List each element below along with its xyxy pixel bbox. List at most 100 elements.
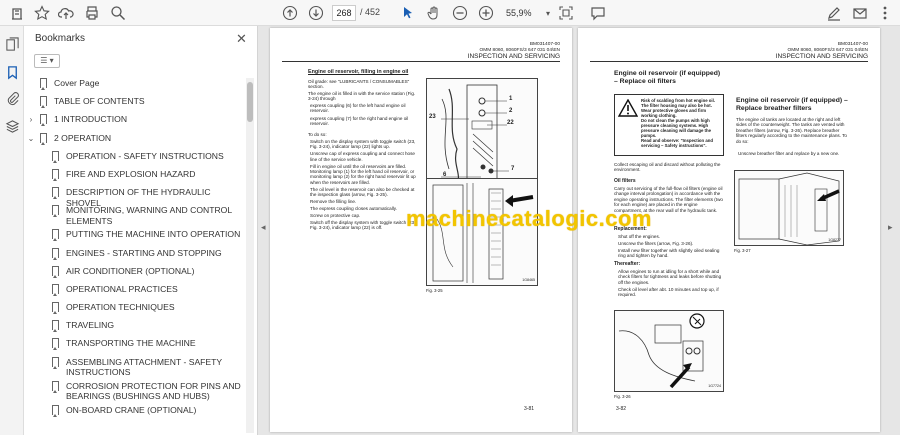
select-cursor-icon[interactable] bbox=[398, 3, 418, 23]
bookmarks-icon[interactable] bbox=[4, 64, 20, 80]
figure-callout: 7 bbox=[511, 166, 515, 172]
layers-icon[interactable] bbox=[4, 118, 20, 134]
bookmark-options-button[interactable]: ☰ ▾ bbox=[34, 54, 60, 68]
upload-cloud-icon[interactable] bbox=[56, 3, 76, 23]
zoom-dropdown-chevron-icon[interactable]: ▾ bbox=[538, 3, 558, 23]
warning-line: Wear protective gloves and firm working … bbox=[641, 108, 707, 118]
bookmark-item[interactable]: FIRE AND EXPLOSION HAZARD bbox=[24, 168, 244, 187]
bookmark-item[interactable]: OPERATION - SAFETY INSTRUCTIONS bbox=[24, 150, 244, 169]
bookmark-flag-icon bbox=[52, 302, 59, 315]
thereafter-steps: Allow engines to run at idling for a sho… bbox=[618, 269, 726, 298]
step-item: Allow engines to run at idling for a sho… bbox=[618, 269, 722, 285]
bookmark-item[interactable]: TRANSPORTING THE MACHINE bbox=[24, 338, 244, 356]
step-item: Switch on the display system with toggle… bbox=[310, 139, 416, 150]
bookmark-label: OPERATION TECHNIQUES bbox=[66, 302, 175, 313]
sign-pen-icon[interactable] bbox=[824, 3, 844, 23]
page-number: 3-81 bbox=[524, 406, 535, 412]
fit-page-icon[interactable] bbox=[556, 3, 576, 23]
search-icon[interactable] bbox=[108, 3, 128, 23]
figure-inspection-glass: 1G8465 bbox=[426, 178, 538, 286]
bookmark-label: 2 OPERATION bbox=[54, 132, 112, 143]
attachments-icon[interactable] bbox=[4, 90, 20, 106]
hand-tool-icon[interactable] bbox=[424, 3, 444, 23]
bookmark-item[interactable]: AIR CONDITIONER (OPTIONAL) bbox=[24, 265, 244, 284]
previous-page-icon[interactable] bbox=[280, 3, 300, 23]
figure-breather-filter: 1G8277 bbox=[734, 170, 844, 246]
bookmarks-panel-title: Bookmarks bbox=[35, 33, 86, 44]
bookmark-flag-icon bbox=[52, 229, 59, 242]
comment-icon[interactable] bbox=[588, 3, 608, 23]
breather-text: The engine oil tanks are located at the … bbox=[736, 117, 847, 144]
expand-chevron-icon[interactable]: ⌄ bbox=[26, 134, 36, 145]
step-item: Unscrew the filters (arrow, Fig. 3-26). bbox=[618, 240, 694, 246]
bookmark-item[interactable]: Cover Page bbox=[24, 78, 244, 96]
bookmark-item[interactable]: ON-BOARD CRANE (OPTIONAL) bbox=[24, 404, 244, 423]
bookmark-item[interactable]: TRAVELING bbox=[24, 320, 244, 338]
email-icon[interactable] bbox=[850, 3, 870, 23]
more-options-icon[interactable] bbox=[875, 3, 895, 23]
bookmark-label: ENGINES - STARTING AND STOPPING bbox=[66, 247, 222, 258]
bullet-item: express coupling (6) for the left hand e… bbox=[310, 103, 406, 114]
step-item: Install new filter together with slightl… bbox=[618, 247, 720, 259]
bookmark-label: ON-BOARD CRANE (OPTIONAL) bbox=[66, 404, 197, 415]
bookmark-flag-icon bbox=[40, 78, 47, 90]
expand-chevron-icon[interactable]: › bbox=[26, 115, 36, 126]
bookmark-label: ASSEMBLING ATTACHMENT - SAFETY INSTRUCTI… bbox=[66, 356, 222, 378]
zoom-out-icon[interactable] bbox=[450, 3, 470, 23]
next-page-icon[interactable] bbox=[306, 3, 326, 23]
thereafter-title: Thereafter: bbox=[614, 261, 641, 267]
bookmark-flag-icon bbox=[52, 380, 59, 393]
step-item: Fill in engine oil until the oil reservo… bbox=[310, 163, 416, 185]
bookmark-item[interactable]: › 1 INTRODUCTION bbox=[24, 114, 244, 132]
star-icon[interactable] bbox=[32, 3, 52, 23]
bookmark-scrollbar[interactable] bbox=[246, 78, 254, 433]
bookmark-flag-icon bbox=[40, 96, 47, 109]
section-title: INSPECTION AND SERVICING bbox=[467, 53, 560, 61]
print-icon[interactable] bbox=[82, 3, 102, 23]
bookmark-item[interactable]: ASSEMBLING ATTACHMENT - SAFETY INSTRUCTI… bbox=[24, 356, 244, 381]
bookmark-item[interactable]: ENGINES - STARTING AND STOPPING bbox=[24, 247, 244, 266]
collapse-left-arrow-icon[interactable]: ◂ bbox=[261, 222, 266, 233]
bookmark-scrollbar-thumb[interactable] bbox=[247, 82, 253, 122]
bookmark-item[interactable]: DESCRIPTION OF THE HYDRAULIC SHOVEL bbox=[24, 187, 244, 208]
step-item: Unscrew cap of express coupling and conn… bbox=[310, 151, 415, 162]
page-heading: Engine oil reservoir, filling in engine … bbox=[308, 69, 409, 75]
breather-step: Unscrew breather filter and replace by a… bbox=[738, 151, 840, 156]
figure-caption: Fig. 3-27 bbox=[734, 248, 751, 253]
section-title: INSPECTION AND SERVICING bbox=[775, 53, 868, 61]
step-item: Shut off the engines. bbox=[618, 234, 661, 239]
page-header: BM031407-00 OMM 8060, 8060FS/3 647 031 0… bbox=[776, 42, 868, 61]
close-icon[interactable]: ✕ bbox=[236, 31, 247, 47]
bookmark-item[interactable]: TABLE OF CONTENTS bbox=[24, 96, 244, 114]
page-thumbnails-icon[interactable] bbox=[4, 36, 20, 52]
bullet-item: express coupling (7) for the right hand … bbox=[310, 115, 409, 127]
intro-text: Oil grade: see "LUBRICANTS / CONSUMABLES… bbox=[308, 79, 410, 90]
bookmark-label: MONITORING, WARNING AND CONTROL ELEMENTS bbox=[66, 205, 232, 226]
bookmark-item[interactable]: ⌄ 2 OPERATION bbox=[24, 132, 244, 151]
figure-code: 1G7724 bbox=[708, 383, 721, 388]
figure-callout: 22 bbox=[507, 120, 514, 126]
collapse-right-arrow-icon[interactable]: ▸ bbox=[888, 222, 893, 233]
figure-oil-filter: 1G7724 bbox=[614, 310, 724, 392]
bookmark-flag-icon bbox=[52, 283, 59, 296]
bookmark-flag-icon bbox=[52, 187, 59, 200]
bookmark-item[interactable]: OPERATIONAL PRACTICES bbox=[24, 283, 244, 302]
home-icon[interactable] bbox=[7, 3, 27, 23]
zoom-in-icon[interactable] bbox=[476, 3, 496, 23]
bookmark-item[interactable]: MONITORING, WARNING AND CONTROL ELEMENTS bbox=[24, 205, 244, 229]
bookmark-item[interactable]: OPERATION TECHNIQUES bbox=[24, 302, 244, 320]
page-number: 3-82 bbox=[616, 406, 627, 412]
bookmark-item[interactable]: CORROSION PROTECTION FOR PINS AND BEARIN… bbox=[24, 380, 244, 405]
bookmark-label: TRAVELING bbox=[66, 320, 115, 331]
warning-triangle-icon bbox=[618, 99, 638, 117]
oil-filters-title: Oil filters bbox=[614, 178, 636, 184]
todo-label: To do so: bbox=[308, 132, 327, 137]
breather-heading: Engine oil reservoir (if equipped) – Rep… bbox=[736, 97, 848, 112]
bookmark-label: OPERATIONAL PRACTICES bbox=[66, 283, 178, 294]
bookmark-label: CORROSION PROTECTION FOR PINS AND BEARIN… bbox=[66, 380, 241, 402]
page-number-input[interactable]: 268 bbox=[332, 5, 356, 21]
collect-text: Collect escaping oil and discard without… bbox=[614, 162, 721, 173]
bookmark-item[interactable]: PUTTING THE MACHINE INTO OPERATION bbox=[24, 229, 244, 247]
step-item: Remove the filling line. bbox=[310, 199, 357, 205]
watermark-text: machinecatalogic.com bbox=[406, 206, 652, 231]
